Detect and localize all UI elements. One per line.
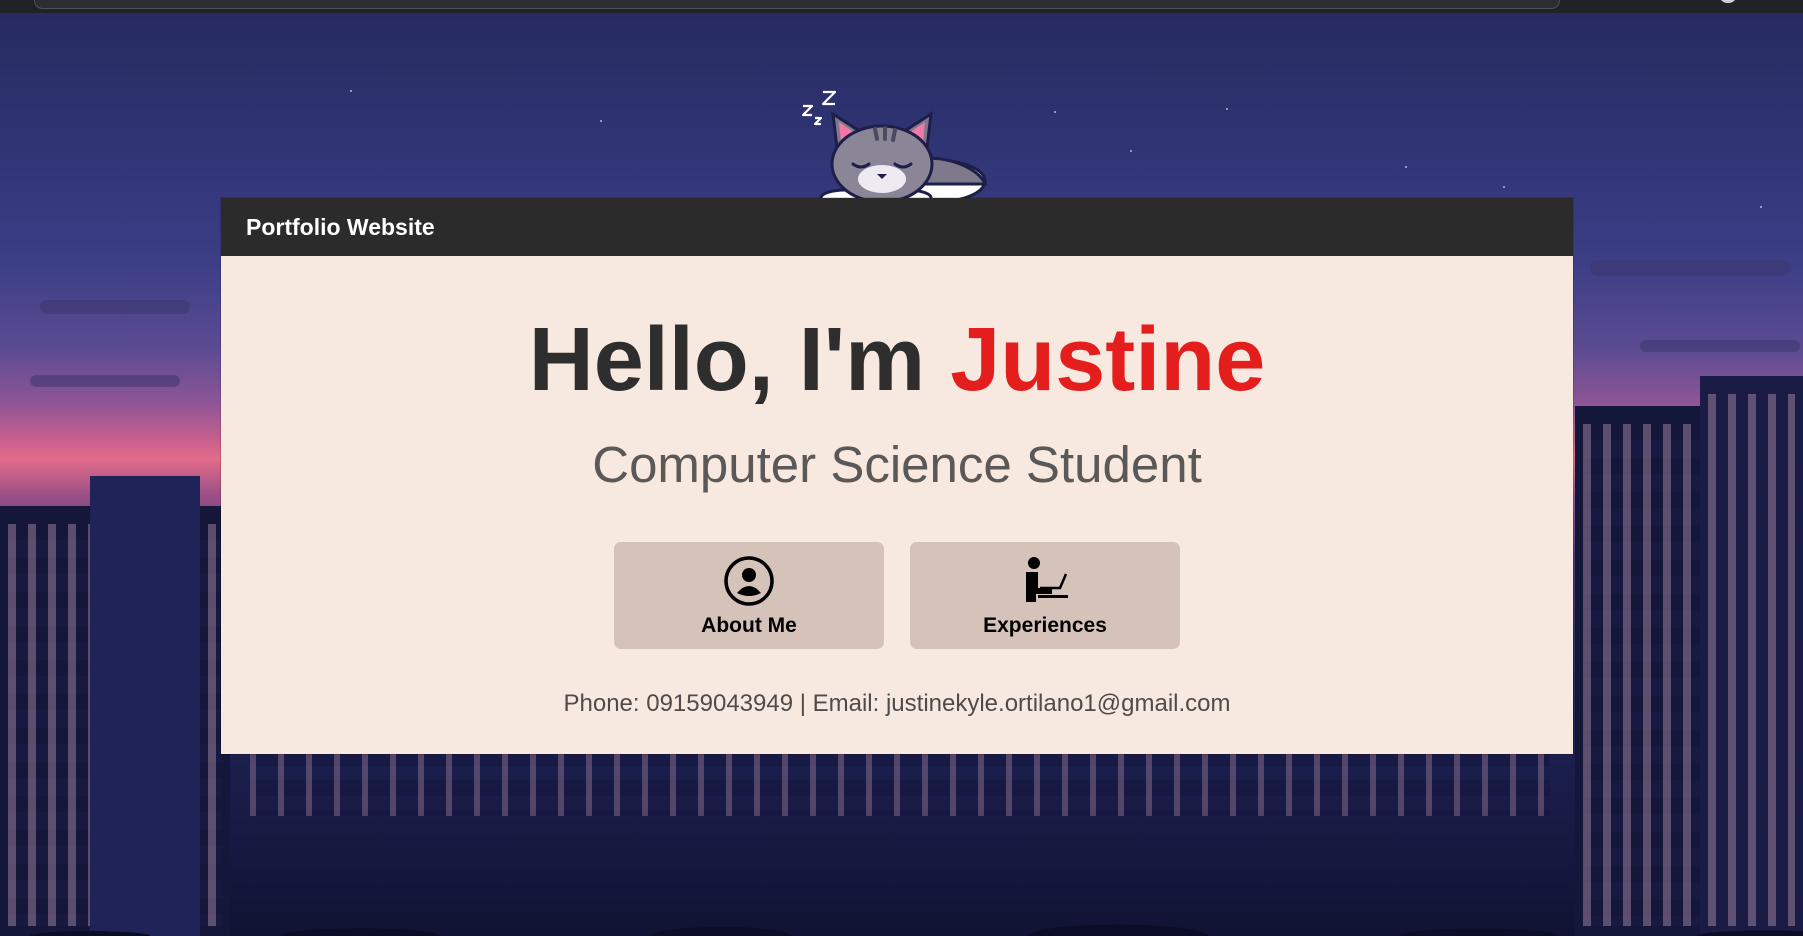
hero-heading: Hello, I'm Justine bbox=[221, 315, 1573, 405]
site-title[interactable]: Portfolio Website bbox=[246, 214, 435, 241]
address-bar[interactable] bbox=[34, 0, 1560, 9]
contact-info: Phone: 09159043949 | Email: justinekyle.… bbox=[563, 690, 1231, 717]
about-me-label: About Me bbox=[701, 613, 797, 637]
sleep-z-icon bbox=[801, 90, 837, 126]
portfolio-card: Portfolio Website Hello, I'm Justine Com… bbox=[221, 198, 1573, 754]
sleeping-cat-icon bbox=[801, 90, 988, 208]
hero-subtitle: Computer Science Student bbox=[592, 436, 1202, 493]
profile-icon[interactable] bbox=[1720, 0, 1736, 3]
hero-greeting: Hello, I'm bbox=[528, 310, 926, 410]
about-me-button[interactable]: About Me bbox=[614, 542, 884, 649]
experiences-button[interactable]: Experiences bbox=[910, 542, 1180, 649]
hero-name: Justine bbox=[950, 310, 1266, 410]
browser-top-bar bbox=[0, 0, 1803, 13]
experiences-label: Experiences bbox=[983, 613, 1107, 637]
person-laptop-icon bbox=[1026, 556, 1068, 602]
navbar: Portfolio Website bbox=[221, 198, 1573, 256]
user-circle-icon bbox=[724, 555, 774, 606]
nav-button-row: About Me Experiences bbox=[221, 542, 1573, 649]
